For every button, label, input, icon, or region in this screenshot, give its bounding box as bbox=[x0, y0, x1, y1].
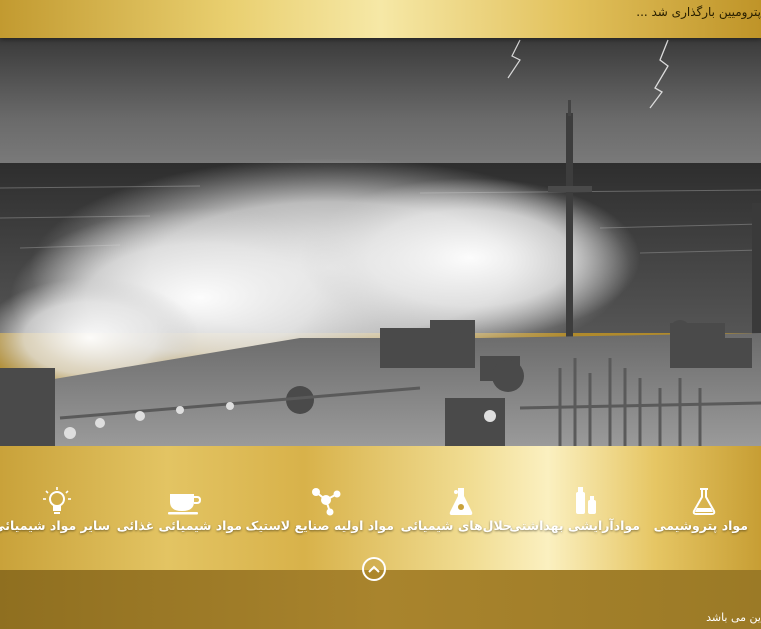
top-bar: پترومیین بارگذاری شد ... bbox=[0, 0, 761, 38]
beaker-icon bbox=[410, 486, 512, 516]
lightbulb-icon bbox=[4, 486, 110, 516]
cup-icon bbox=[126, 486, 242, 516]
molecule-icon bbox=[258, 486, 394, 516]
category-label: موادآرایشی بهداشتی bbox=[509, 518, 640, 533]
flask-icon bbox=[660, 486, 748, 516]
category-label: مواد پتروشیمی bbox=[653, 518, 748, 533]
hero-banner bbox=[0, 38, 761, 446]
hero-ship-image bbox=[0, 38, 761, 446]
category-rubber-materials[interactable]: مواد اولیه صنایع لاستیک bbox=[245, 486, 394, 546]
news-ticker[interactable]: پترومیین بارگذاری شد ... bbox=[636, 5, 761, 19]
category-other-chemicals[interactable]: سایر مواد شیمیائی bbox=[0, 486, 110, 546]
scroll-top-button[interactable] bbox=[362, 557, 386, 581]
chevron-up-icon bbox=[368, 565, 380, 573]
category-petrochemicals[interactable]: مواد پتروشیمی bbox=[653, 486, 748, 546]
cosmetics-icon bbox=[534, 486, 640, 516]
category-label: مواد شیمیائی غذائی bbox=[116, 518, 242, 533]
category-label: حلال‌های شیمیائی bbox=[400, 518, 512, 533]
category-label: مواد اولیه صنایع لاستیک bbox=[245, 518, 394, 533]
category-cosmetics[interactable]: موادآرایشی بهداشتی bbox=[509, 486, 640, 546]
footer-text: ین می باشد bbox=[706, 611, 761, 624]
category-bar: مواد پتروشیمی موادآرایشی بهداشتی حلال‌ها… bbox=[0, 446, 761, 570]
category-label: سایر مواد شیمیائی bbox=[0, 518, 110, 533]
category-food-chemicals[interactable]: مواد شیمیائی غذائی bbox=[116, 486, 242, 546]
category-solvents[interactable]: حلال‌های شیمیائی bbox=[400, 486, 512, 546]
